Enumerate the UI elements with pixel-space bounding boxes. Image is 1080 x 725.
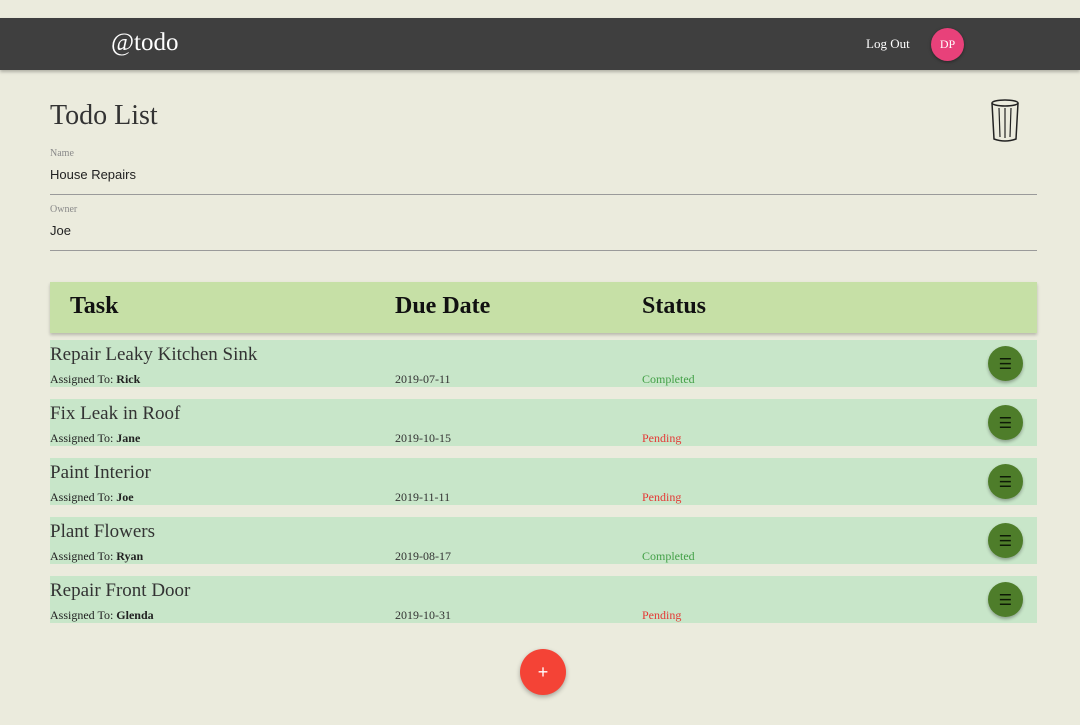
task-status: Completed [642,549,695,563]
task-title: Plant Flowers [50,521,156,542]
header-task: Task [70,293,119,319]
task-assignee: Ryan [116,549,144,563]
task-due-date: 2019-10-31 [395,608,451,622]
menu-icon[interactable]: ☰ [988,464,1023,499]
name-input[interactable]: House Repairs [50,167,136,182]
name-label: Name [50,148,74,159]
task-row: Repair Leaky Kitchen Sink Assigned To: R… [50,340,1037,387]
task-title: Repair Front Door [50,580,191,601]
task-assigned: Assigned To: Ryan [50,549,144,563]
table-header: Task Due Date Status [50,282,1037,333]
task-title: Paint Interior [50,462,151,483]
task-assigned: Assigned To: Rick [50,372,141,386]
header-due-date: Due Date [395,293,491,319]
task-assignee: Jane [116,431,141,445]
header-status: Status [642,293,707,319]
page-title: Todo List [50,100,158,131]
menu-icon[interactable]: ☰ [988,523,1023,558]
task-due-date: 2019-07-11 [395,372,451,386]
menu-icon[interactable]: ☰ [988,346,1023,381]
task-row: Repair Front Door Assigned To: Glenda 20… [50,576,1037,623]
task-title: Fix Leak in Roof [50,403,181,424]
task-row: Paint Interior Assigned To: Joe 2019-11-… [50,458,1037,505]
task-status: Pending [642,608,682,622]
brand-logo[interactable]: @todo [111,29,178,57]
task-row: Fix Leak in Roof Assigned To: Jane 2019-… [50,399,1037,446]
owner-label: Owner [50,204,78,215]
task-status: Pending [642,490,682,504]
owner-field[interactable]: Owner Joe [50,204,1037,251]
task-due-date: 2019-10-15 [395,431,451,445]
menu-icon[interactable]: ☰ [988,405,1023,440]
task-assigned: Assigned To: Jane [50,431,141,445]
logout-link[interactable]: Log Out [866,36,910,52]
menu-icon[interactable]: ☰ [988,582,1023,617]
top-navbar: @todo Log Out DP [0,18,1080,70]
task-row: Plant Flowers Assigned To: Ryan 2019-08-… [50,517,1037,564]
user-avatar[interactable]: DP [931,28,964,61]
task-assignee: Rick [116,372,141,386]
task-title: Repair Leaky Kitchen Sink [50,344,258,365]
trash-icon[interactable] [989,99,1021,143]
task-assignee: Glenda [116,608,154,622]
name-field[interactable]: Name House Repairs [50,148,1037,195]
task-status: Pending [642,431,682,445]
task-assigned: Assigned To: Joe [50,490,134,504]
add-task-button[interactable]: + [520,649,566,695]
task-status: Completed [642,372,695,386]
task-assigned: Assigned To: Glenda [50,608,154,622]
owner-input[interactable]: Joe [50,223,71,238]
task-due-date: 2019-11-11 [395,490,451,504]
task-assignee: Joe [116,490,134,504]
task-due-date: 2019-08-17 [395,549,451,563]
